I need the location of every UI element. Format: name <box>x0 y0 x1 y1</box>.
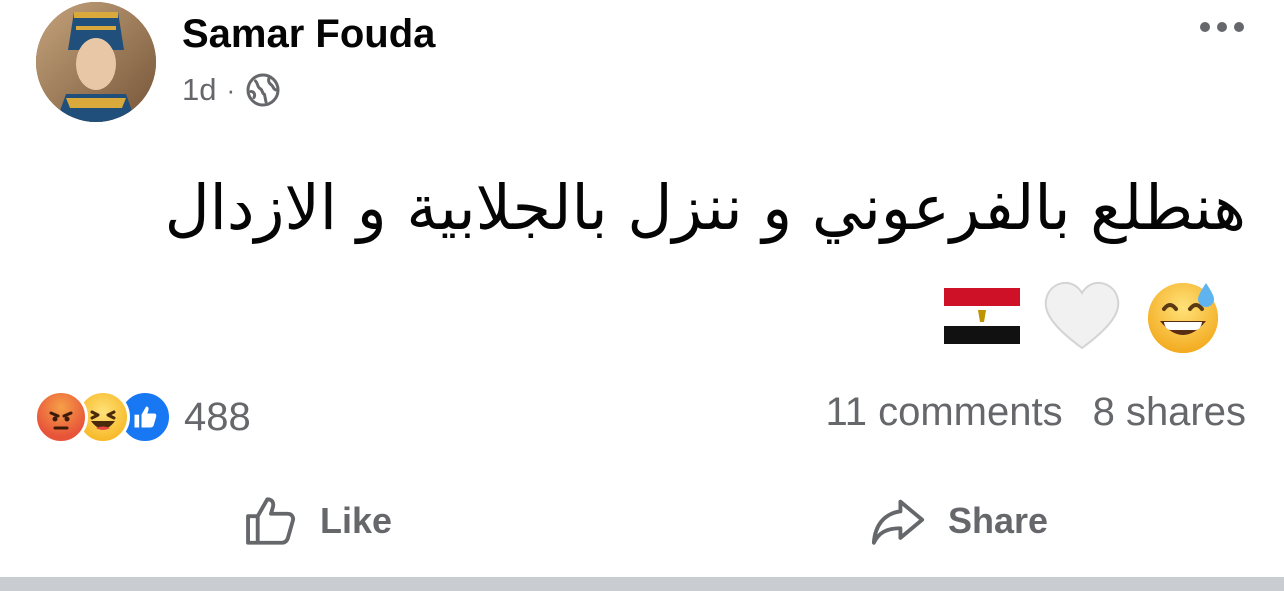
post-time[interactable]: 1d <box>182 72 216 108</box>
like-button[interactable]: Like <box>242 486 392 556</box>
author-avatar[interactable] <box>36 2 156 122</box>
more-dot-icon <box>1217 22 1227 32</box>
post-emojis <box>944 277 1222 355</box>
post-text-content: هنطلع بالفرعوني و ننزل بالجلابية و الازد… <box>164 171 1246 244</box>
like-label: Like <box>320 500 393 541</box>
share-label: Share <box>948 500 1049 541</box>
grinning-sweat-emoji <box>1148 282 1218 353</box>
comments-count[interactable]: 11 comments <box>825 390 1062 435</box>
post-stats: 11 comments 8 shares <box>825 390 1246 435</box>
more-dot-icon <box>1200 22 1210 32</box>
reactions-summary[interactable]: 488 <box>34 390 251 444</box>
author-name[interactable]: Samar Fouda <box>182 12 435 57</box>
shares-count[interactable]: 8 shares <box>1093 390 1246 435</box>
post-meta: 1d · <box>182 72 281 108</box>
post-actions: Like Share <box>0 486 1284 556</box>
avatar-image <box>36 2 156 122</box>
post-text: هنطلع بالفرعوني و ننزل بالجلابية و الازد… <box>120 156 1246 364</box>
reaction-count: 488 <box>184 394 251 439</box>
share-button[interactable]: Share <box>868 486 1048 556</box>
angry-reaction-icon <box>34 390 88 444</box>
globe-icon <box>246 73 280 107</box>
more-options-button[interactable] <box>1200 22 1244 32</box>
thumbs-up-icon <box>246 497 295 545</box>
meta-separator: · <box>226 74 236 105</box>
share-arrow-icon <box>871 499 925 545</box>
post-divider <box>0 577 1284 591</box>
egypt-flag-emoji <box>944 287 1020 344</box>
white-heart-emoji <box>1044 281 1120 350</box>
more-dot-icon <box>1234 22 1244 32</box>
